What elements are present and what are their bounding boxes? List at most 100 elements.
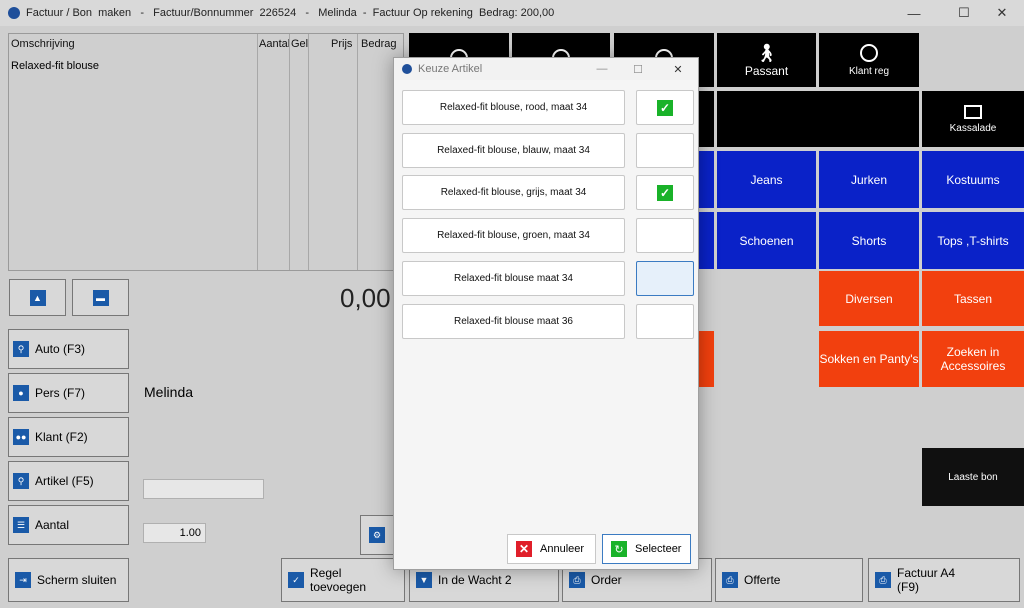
tile-jurken-label: Jurken [850, 172, 888, 187]
option-checkbox[interactable]: ✓ [636, 90, 694, 125]
close-window-button[interactable]: ✕ [980, 0, 1024, 26]
search-icon: ⚲ [13, 341, 29, 357]
list-icon: ☰ [13, 517, 29, 533]
regel-toevoegen-label: Regel toevoegen [310, 566, 367, 594]
auto-button-label: Auto (F3) [35, 342, 86, 356]
tile-zoeken-label: Zoeken in Accessoires [940, 345, 1006, 373]
tile-sokken[interactable]: Sokken en Panty's [819, 331, 919, 387]
printer-icon: ⎙ [722, 572, 738, 588]
dialog-close-button[interactable]: ✕ [664, 58, 692, 80]
auto-button[interactable]: ⚲ Auto (F3) [8, 329, 129, 369]
column-divider [308, 34, 309, 270]
column-header-bedrag: Bedrag [361, 38, 397, 50]
tile-diversen[interactable]: Diversen [819, 271, 919, 326]
tile-shorts-label: Shorts [851, 233, 887, 248]
tile-jurken[interactable]: Jurken [819, 151, 919, 208]
option-button[interactable]: Relaxed-fit blouse maat 34 [402, 261, 625, 296]
dialog-maximize-button[interactable]: ☐ [624, 58, 652, 80]
scherm-sluiten-label: Scherm sluiten [37, 573, 117, 587]
window-title: Factuur / Bon maken - Factuur/Bonnummer … [26, 7, 555, 19]
tile-schoenen-label: Schoenen [739, 233, 794, 248]
option-checkbox[interactable] [636, 133, 694, 168]
app-icon [402, 64, 412, 74]
factuur-a4-button[interactable]: ⎙ Factuur A4 (F9) [868, 558, 1020, 602]
tile-klant-reg[interactable]: Klant reg [819, 33, 919, 87]
tile-schoenen[interactable]: Schoenen [717, 212, 816, 269]
tile-kostuums-label: Kostuums [946, 172, 1000, 187]
checkmark-icon: ✓ [657, 99, 673, 116]
cash-drawer-icon [964, 104, 982, 119]
option-checkbox[interactable] [636, 261, 694, 296]
tile-empty-2[interactable] [717, 91, 919, 147]
tile-shorts[interactable]: Shorts [819, 212, 919, 269]
tile-kassalade[interactable]: Kassalade [922, 91, 1024, 147]
column-header-gel: Gel [291, 38, 309, 50]
selecteer-label: Selecteer [635, 543, 682, 555]
option-button[interactable]: Relaxed-fit blouse, groen, maat 34 [402, 218, 625, 253]
tile-jeans[interactable]: Jeans [717, 151, 816, 208]
artikel-input[interactable] [143, 479, 264, 499]
close-icon: ✕ [516, 541, 532, 557]
tile-jeans-label: Jeans [750, 172, 783, 187]
option-button[interactable]: Relaxed-fit blouse, grijs, maat 34 [402, 175, 625, 210]
customer-name: Melinda [144, 384, 194, 400]
option-button[interactable]: Relaxed-fit blouse maat 36 [402, 304, 625, 339]
remove-line-button[interactable]: ▬ [72, 279, 129, 316]
tile-sokken-label: Sokken en Panty's [819, 352, 919, 366]
walking-person-icon: 🚶︎ [755, 42, 778, 63]
minimize-button[interactable]: — [892, 0, 936, 26]
search-icon: ⚲ [13, 473, 29, 489]
option-checkbox[interactable] [636, 304, 694, 339]
group-icon [860, 43, 878, 62]
pers-button-label: Pers (F7) [35, 386, 86, 400]
printer-icon: ⎙ [875, 572, 891, 588]
total-amount: 0,00 [340, 283, 391, 313]
aantal-button[interactable]: ☰ Aantal [8, 505, 129, 545]
tile-zoeken[interactable]: Zoeken in Accessoires [922, 331, 1024, 387]
column-divider [257, 34, 258, 270]
app-icon [8, 7, 20, 19]
option-checkbox[interactable]: ✓ [636, 175, 694, 210]
tile-laaste-bon-label: Laaste bon [948, 471, 998, 483]
settings-button[interactable]: ⚙ [360, 515, 394, 555]
option-checkbox[interactable] [636, 218, 694, 253]
annuleer-button[interactable]: ✕ Annuleer [507, 534, 596, 564]
option-button[interactable]: Relaxed-fit blouse, rood, maat 34 [402, 90, 625, 125]
printer-icon: ⎙ [569, 572, 585, 588]
tile-passant-label: Passant [744, 63, 789, 78]
tile-laaste-bon[interactable]: Laaste bon [922, 448, 1024, 506]
annuleer-label: Annuleer [540, 543, 585, 555]
column-divider [289, 34, 290, 270]
tile-passant[interactable]: 🚶︎ Passant [717, 33, 816, 87]
tile-tassen-label: Tassen [953, 291, 993, 306]
selecteer-button[interactable]: ↻ Selecteer [602, 534, 691, 564]
tile-tops-label: Tops ,T-shirts [937, 233, 1009, 248]
aantal-input[interactable]: 1.00 [143, 523, 206, 543]
person-icon: ● [13, 385, 29, 401]
regel-toevoegen-button[interactable]: ✓ Regel toevoegen [281, 558, 405, 602]
klant-button[interactable]: ●● Klant (F2) [8, 417, 129, 457]
funnel-icon: ▼ [416, 572, 432, 588]
artikel-button[interactable]: ⚲ Artikel (F5) [8, 461, 129, 501]
gear-icon: ⚙ [369, 527, 385, 543]
artikel-button-label: Artikel (F5) [35, 474, 94, 488]
column-header-aantal: Aantal [259, 38, 291, 50]
column-header-prijs: Prijs [331, 38, 353, 50]
scherm-sluiten-button[interactable]: ⇥ Scherm sluiten [8, 558, 129, 602]
offerte-label: Offerte [744, 573, 781, 587]
tile-tassen[interactable]: Tassen [922, 271, 1024, 326]
pers-button[interactable]: ● Pers (F7) [8, 373, 129, 413]
dialog-minimize-button[interactable]: — [588, 58, 616, 80]
offerte-button[interactable]: ⎙ Offerte [715, 558, 863, 602]
checkmark-icon: ✓ [657, 184, 673, 201]
tile-tops[interactable]: Tops ,T-shirts [922, 212, 1024, 269]
factuur-a4-label: Factuur A4 (F9) [897, 566, 956, 594]
window-title-bar: Factuur / Bon maken - Factuur/Bonnummer … [0, 0, 1024, 26]
tile-klant-reg-label: Klant reg [848, 65, 890, 77]
option-button[interactable]: Relaxed-fit blouse, blauw, maat 34 [402, 133, 625, 168]
order-lines-table[interactable]: Omschrijving Aantal Gel Prijs Bedrag Rel… [8, 33, 404, 271]
scroll-up-button[interactable]: ▲ [9, 279, 66, 316]
exit-icon: ⇥ [15, 572, 31, 588]
tile-kostuums[interactable]: Kostuums [922, 151, 1024, 208]
table-row[interactable]: Relaxed-fit blouse [11, 60, 99, 72]
